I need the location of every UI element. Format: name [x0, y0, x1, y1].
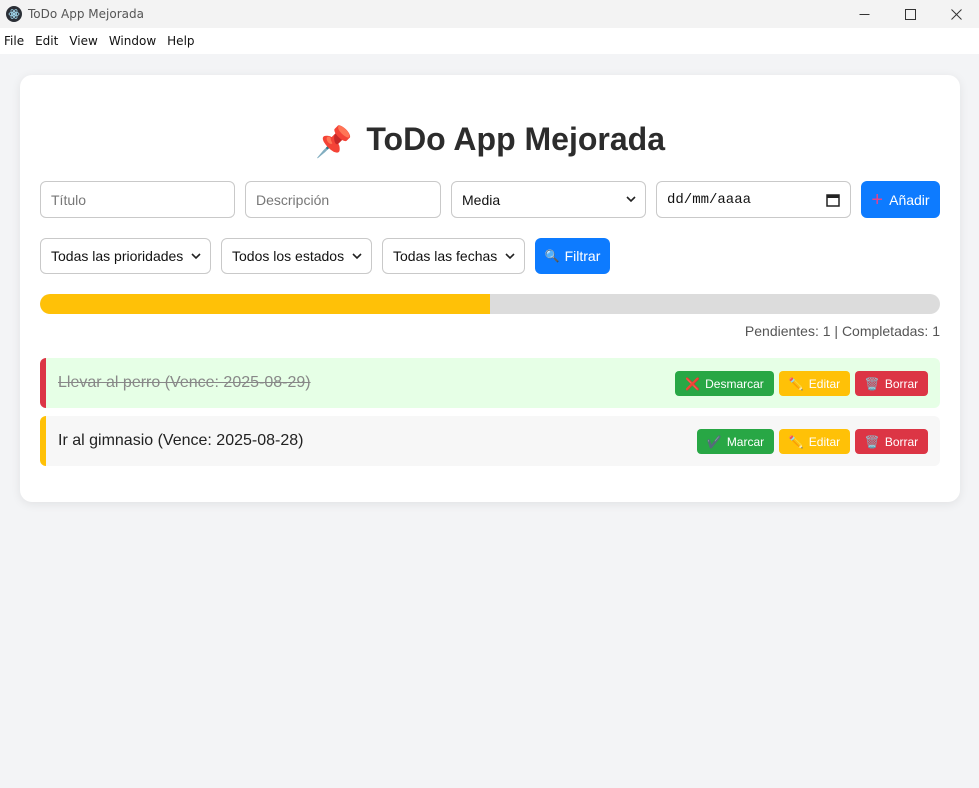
- unmark-button-label: Desmarcar: [705, 376, 764, 391]
- priority-select[interactable]: Media: [451, 181, 646, 218]
- trash-icon: 🗑️: [864, 434, 880, 449]
- filter-date-select[interactable]: Todas las fechas: [382, 238, 525, 274]
- filter-priority-select[interactable]: Todas las prioridades: [40, 238, 211, 274]
- chevron-down-icon: [505, 253, 515, 260]
- filter-date-value: Todas las fechas: [393, 248, 498, 264]
- unmark-button[interactable]: ❌ Desmarcar: [675, 371, 774, 396]
- task-text: Ir al gimnasio (Vence: 2025-08-28): [58, 432, 304, 449]
- chevron-down-icon: [626, 196, 636, 203]
- pushpin-icon: 📌: [314, 126, 353, 159]
- filter-button-label: Filtrar: [564, 248, 601, 264]
- edit-button-label: Editar: [808, 434, 841, 449]
- title-bar: ToDo App Mejorada: [0, 0, 979, 28]
- maximize-icon: [904, 8, 916, 20]
- chevron-down-icon: [191, 253, 201, 260]
- menu-window[interactable]: Window: [109, 34, 156, 48]
- add-task-label: Añadir: [889, 191, 930, 208]
- edit-button-label: Editar: [808, 376, 841, 391]
- window-title: ToDo App Mejorada: [28, 7, 144, 21]
- task-text: Llevar al perro (Vence: 2025-08-29): [58, 374, 311, 391]
- page-title: 📌 ToDo App Mejorada: [20, 121, 960, 160]
- menu-help[interactable]: Help: [167, 34, 194, 48]
- delete-button[interactable]: 🗑️ Borrar: [855, 429, 928, 454]
- electron-app-icon: [6, 6, 22, 22]
- menu-view[interactable]: View: [69, 34, 97, 48]
- delete-button-label: Borrar: [884, 376, 919, 391]
- close-icon: [950, 8, 962, 20]
- progress-bar-fill: [40, 294, 490, 314]
- task-counts: Pendientes: 1 | Completadas: 1: [744, 323, 940, 339]
- mark-button-label: Marcar: [726, 434, 765, 449]
- menu-file[interactable]: File: [4, 34, 24, 48]
- edit-button[interactable]: ✏️ Editar: [779, 429, 850, 454]
- plus-icon: +: [871, 188, 884, 211]
- filter-status-value: Todos los estados: [232, 248, 345, 264]
- description-input[interactable]: Descripción: [245, 181, 441, 218]
- chevron-down-icon: [352, 253, 362, 260]
- due-date-input[interactable]: dd/mm/aaaa: [656, 181, 851, 218]
- calendar-icon[interactable]: [826, 193, 840, 207]
- check-mark-icon: ✔️: [706, 434, 722, 449]
- task-item: Ir al gimnasio (Vence: 2025-08-28) ✔️ Ma…: [40, 416, 940, 466]
- maximize-button[interactable]: [887, 0, 933, 28]
- filter-button[interactable]: 🔍 Filtrar: [535, 238, 610, 274]
- delete-button-label: Borrar: [884, 434, 919, 449]
- priority-select-value: Media: [462, 191, 501, 208]
- menu-bar: File Edit View Window Help: [0, 28, 979, 54]
- minimize-button[interactable]: [841, 0, 887, 28]
- minimize-icon: [859, 13, 869, 15]
- page-title-text: ToDo App Mejorada: [366, 121, 665, 157]
- title-input[interactable]: Título: [40, 181, 235, 218]
- magnifier-icon: 🔍: [544, 249, 560, 263]
- edit-button[interactable]: ✏️ Editar: [779, 371, 850, 396]
- cross-mark-icon: ❌: [685, 376, 701, 391]
- pencil-icon: ✏️: [788, 376, 804, 391]
- trash-icon: 🗑️: [864, 376, 880, 391]
- menu-edit[interactable]: Edit: [35, 34, 58, 48]
- delete-button[interactable]: 🗑️ Borrar: [855, 371, 928, 396]
- due-date-placeholder: dd/mm/aaaa: [667, 191, 752, 208]
- todo-card: 📌 ToDo App Mejorada Título Descripción Me…: [20, 75, 960, 502]
- filter-priority-value: Todas las prioridades: [51, 248, 184, 264]
- filter-status-select[interactable]: Todos los estados: [221, 238, 372, 274]
- pencil-icon: ✏️: [788, 434, 804, 449]
- mark-button[interactable]: ✔️ Marcar: [697, 429, 774, 454]
- add-task-button[interactable]: + Añadir: [861, 181, 940, 218]
- progress-bar: [40, 294, 940, 314]
- task-item: Llevar al perro (Vence: 2025-08-29) ❌ De…: [40, 358, 940, 408]
- close-button[interactable]: [933, 0, 979, 28]
